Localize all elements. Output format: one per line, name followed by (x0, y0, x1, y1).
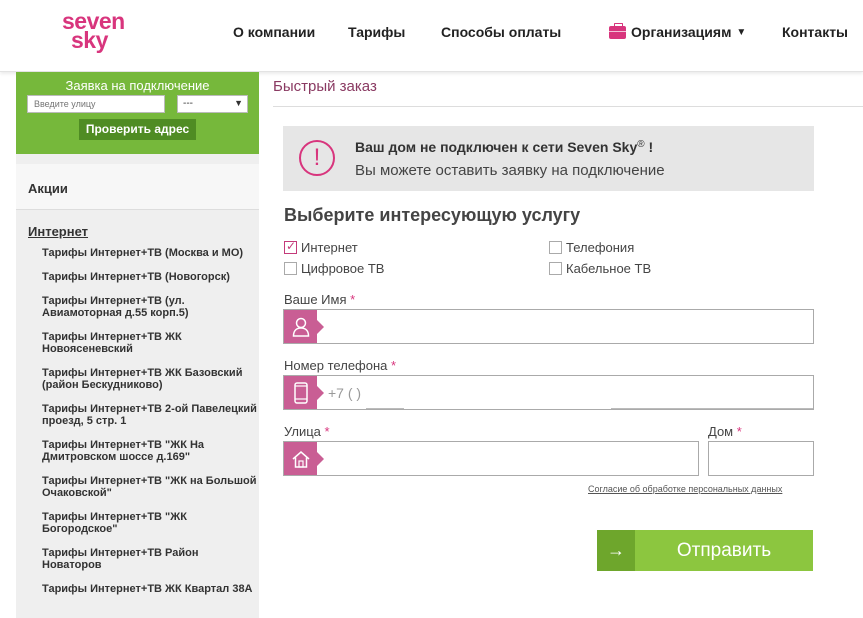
service-internet-option[interactable]: Интернет (284, 239, 358, 255)
nav-tariffs[interactable]: Тарифы (348, 24, 405, 40)
house-select-value: --- (183, 98, 193, 109)
service-digital-tv-option[interactable]: Цифровое ТВ (284, 261, 384, 276)
required-mark: * (391, 358, 397, 373)
service-telephony-option[interactable]: Телефония (549, 240, 634, 255)
nav-contacts[interactable]: Контакты (782, 24, 848, 40)
chevron-down-icon: ▼ (736, 26, 747, 38)
seven-sky-logo[interactable]: seven sky (62, 10, 128, 62)
not-connected-notice: ! Ваш дом не подключен к сети Seven Sky®… (283, 126, 814, 191)
house-icon (284, 442, 324, 475)
personal-data-consent-link[interactable]: Согласие об обработке персональных данны… (588, 484, 782, 494)
tariff-list: Тарифы Интернет+ТВ (Москва и МО) Тарифы … (16, 239, 259, 595)
required-mark: * (736, 424, 742, 439)
telephony-label: Телефония (566, 240, 635, 255)
connection-request-box: Заявка на подключение --- Проверить адре… (16, 72, 259, 154)
tariff-link[interactable]: Тарифы Интернет+ТВ "ЖК на Большой Очаков… (42, 475, 259, 499)
check-address-button[interactable]: Проверить адрес (79, 119, 196, 140)
tariff-link[interactable]: Тарифы Интернет+ТВ Район Новаторов (42, 547, 259, 571)
tariff-link[interactable]: Тарифы Интернет+ТВ ЖК Новоясеневский (42, 331, 259, 355)
tariff-link[interactable]: Тарифы Интернет+ТВ "ЖК На Дмитровском шо… (42, 439, 259, 463)
notice-title-end: ! (644, 139, 654, 155)
phone-label-text: Номер телефона (284, 358, 388, 373)
exclamation-icon: ! (299, 140, 335, 176)
tariff-link[interactable]: Тарифы Интернет+ТВ (ул. Авиамоторная д.5… (42, 295, 259, 319)
request-title: Заявка на подключение (65, 78, 210, 93)
tariff-link[interactable]: Тарифы Интернет+ТВ ЖК Квартал 38А (42, 583, 259, 595)
notice-title: Ваш дом не подключен к сети Seven Sky® ! (355, 139, 653, 155)
nav-organizations[interactable]: Организациям ▼ (609, 22, 747, 40)
submit-button[interactable]: → Отправить (597, 530, 813, 571)
name-field[interactable] (283, 309, 814, 344)
page-title: Быстрый заказ (273, 78, 377, 95)
tariff-link[interactable]: Тарифы Интернет+ТВ ЖК Базовский (район Б… (42, 367, 259, 391)
site-header: seven sky О компании Тарифы Способы опла… (0, 0, 863, 72)
sidebar-item-internet[interactable]: Интернет (16, 210, 259, 239)
service-cable-tv-option[interactable]: Кабельное ТВ (549, 261, 651, 276)
nav-payment[interactable]: Способы оплаты (441, 24, 561, 40)
registered-mark: ® (637, 139, 645, 150)
required-mark: * (350, 292, 356, 307)
nav-about[interactable]: О компании (233, 24, 315, 40)
service-title: Выберите интересующую услугу (284, 205, 581, 225)
briefcase-icon (609, 22, 626, 39)
notice-text: Вы можете оставить заявку на подключение (355, 162, 665, 179)
cable-tv-label: Кабельное ТВ (566, 261, 652, 276)
phone-prefix: +7 ( ) (328, 385, 362, 401)
digital-tv-label: Цифровое ТВ (301, 261, 385, 276)
sidebar: Заявка на подключение --- Проверить адре… (16, 72, 259, 618)
notice-title-text: Ваш дом не подключен к сети Seven Sky (355, 139, 638, 155)
phone-label: Номер телефона * (284, 358, 396, 373)
street-label-text: Улица (284, 424, 321, 439)
tariff-link[interactable]: Тарифы Интернет+ТВ 2-ой Павелецкий проез… (42, 403, 259, 427)
name-label-text: Ваше Имя (284, 292, 347, 307)
digital-tv-checkbox[interactable] (284, 262, 297, 275)
phone-field[interactable]: +7 ( ) (283, 375, 814, 410)
submit-label: Отправить (676, 539, 772, 561)
street-label: Улица * (284, 424, 330, 439)
street-field[interactable] (283, 441, 699, 476)
sidebar-item-promo[interactable]: Акции (16, 164, 259, 210)
internet-label: Интернет (301, 240, 358, 255)
telephony-checkbox[interactable] (549, 241, 562, 254)
mobile-phone-icon (284, 376, 324, 409)
tariff-link[interactable]: Тарифы Интернет+ТВ (Москва и МО) (42, 247, 259, 259)
tariff-link[interactable]: Тарифы Интернет+ТВ (Новогорск) (42, 271, 259, 283)
cable-tv-checkbox[interactable] (549, 262, 562, 275)
street-search-input[interactable] (27, 95, 165, 113)
arrow-right-icon: → (597, 530, 635, 571)
phone-code-underline (366, 408, 404, 409)
nav-organizations-label: Организациям (631, 24, 732, 40)
house-label-text: Дом (708, 424, 734, 439)
house-select[interactable]: --- (177, 95, 248, 113)
user-icon (284, 310, 324, 343)
internet-checkbox[interactable] (284, 239, 297, 254)
tariff-link[interactable]: Тарифы Интернет+ТВ "ЖК Богородское" (42, 511, 259, 535)
name-label: Ваше Имя * (284, 292, 355, 307)
title-divider (273, 106, 863, 107)
house-field[interactable] (708, 441, 814, 476)
required-mark: * (324, 424, 330, 439)
house-label: Дом * (708, 424, 742, 439)
phone-number-underline (611, 408, 813, 409)
